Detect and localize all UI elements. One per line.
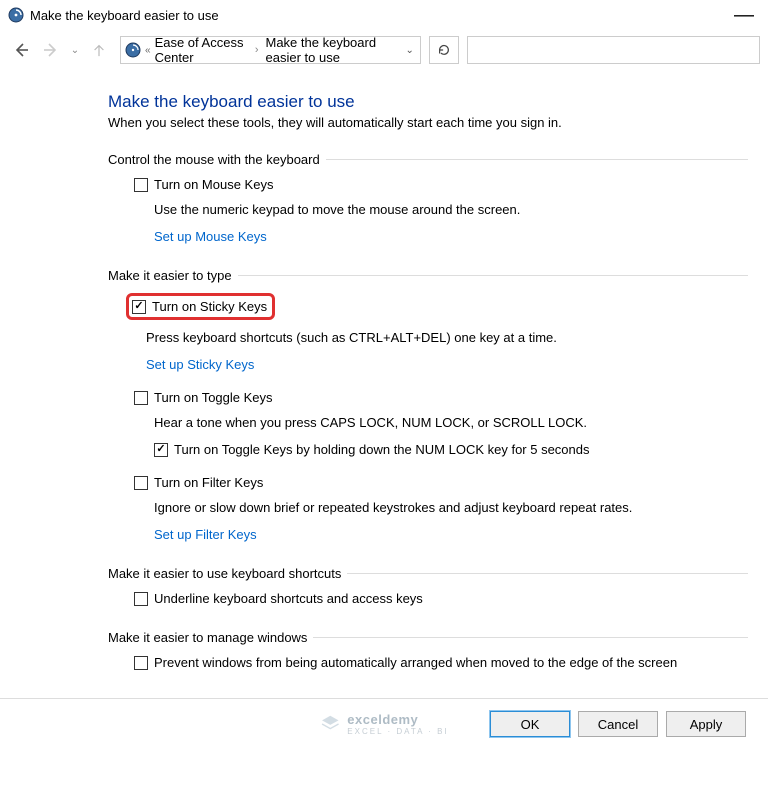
breadcrumb-dropdown-icon[interactable]: ⌄ xyxy=(403,45,416,56)
breadcrumb-sep-icon: › xyxy=(252,44,262,56)
toggle-keys-hold-checkbox[interactable] xyxy=(154,443,168,457)
main-content: Make the keyboard easier to use When you… xyxy=(0,74,768,698)
breadcrumb-current[interactable]: Make the keyboard easier to use xyxy=(266,35,400,65)
section-shortcuts: Make it easier to use keyboard shortcuts… xyxy=(108,566,748,606)
filter-keys-link[interactable]: Set up Filter Keys xyxy=(134,527,257,542)
navigation-bar: ⌄ « Ease of Access Center › Make the key… xyxy=(0,30,768,74)
toggle-keys-hold-label: Turn on Toggle Keys by holding down the … xyxy=(174,442,590,457)
divider xyxy=(238,275,748,276)
underline-checkbox[interactable] xyxy=(134,592,148,606)
sticky-keys-link[interactable]: Set up Sticky Keys xyxy=(126,357,254,372)
mouse-keys-label: Turn on Mouse Keys xyxy=(154,177,273,192)
back-button[interactable] xyxy=(8,37,34,63)
divider xyxy=(326,159,748,160)
cancel-button[interactable]: Cancel xyxy=(578,711,658,737)
control-panel-icon xyxy=(125,42,141,58)
breadcrumb[interactable]: « Ease of Access Center › Make the keybo… xyxy=(120,36,421,64)
page-subtitle: When you select these tools, they will a… xyxy=(108,115,748,130)
app-icon xyxy=(8,7,24,23)
mouse-keys-link[interactable]: Set up Mouse Keys xyxy=(134,229,267,244)
sticky-keys-label: Turn on Sticky Keys xyxy=(152,299,267,314)
section-type-title: Make it easier to type xyxy=(108,268,232,283)
window-titlebar: Make the keyboard easier to use — xyxy=(0,0,768,30)
prevent-arrange-label: Prevent windows from being automatically… xyxy=(154,655,677,670)
recent-dropdown[interactable]: ⌄ xyxy=(68,37,82,63)
breadcrumb-up-chevron[interactable]: « xyxy=(145,45,151,56)
mouse-keys-checkbox[interactable] xyxy=(134,178,148,192)
up-button[interactable] xyxy=(86,37,112,63)
filter-keys-desc: Ignore or slow down brief or repeated ke… xyxy=(134,500,748,515)
divider xyxy=(313,637,748,638)
toggle-keys-checkbox[interactable] xyxy=(134,391,148,405)
refresh-button[interactable] xyxy=(429,36,459,64)
minimize-button[interactable]: — xyxy=(728,10,760,20)
filter-keys-label: Turn on Filter Keys xyxy=(154,475,263,490)
window-title: Make the keyboard easier to use xyxy=(30,8,219,23)
breadcrumb-parent[interactable]: Ease of Access Center xyxy=(155,35,248,65)
section-mouse-title: Control the mouse with the keyboard xyxy=(108,152,320,167)
ok-button[interactable]: OK xyxy=(490,711,570,737)
toggle-keys-desc: Hear a tone when you press CAPS LOCK, NU… xyxy=(134,415,748,430)
toggle-keys-label: Turn on Toggle Keys xyxy=(154,390,273,405)
section-shortcuts-title: Make it easier to use keyboard shortcuts xyxy=(108,566,341,581)
sticky-keys-highlight: Turn on Sticky Keys xyxy=(126,293,275,320)
section-type: Make it easier to type Turn on Sticky Ke… xyxy=(108,268,748,542)
footer: exceldemy EXCEL · DATA · BI OK Cancel Ap… xyxy=(0,698,768,749)
search-input[interactable] xyxy=(467,36,760,64)
sticky-keys-checkbox[interactable] xyxy=(132,300,146,314)
watermark-tag: EXCEL · DATA · BI xyxy=(347,727,448,736)
section-mouse: Control the mouse with the keyboard Turn… xyxy=(108,152,748,244)
filter-keys-checkbox[interactable] xyxy=(134,476,148,490)
section-windows: Make it easier to manage windows Prevent… xyxy=(108,630,748,670)
section-windows-title: Make it easier to manage windows xyxy=(108,630,307,645)
mouse-keys-desc: Use the numeric keypad to move the mouse… xyxy=(134,202,748,217)
page-title: Make the keyboard easier to use xyxy=(108,92,748,112)
prevent-arrange-checkbox[interactable] xyxy=(134,656,148,670)
sticky-keys-desc: Press keyboard shortcuts (such as CTRL+A… xyxy=(126,330,748,345)
watermark-icon xyxy=(319,713,341,735)
watermark-brand: exceldemy xyxy=(347,712,448,727)
underline-label: Underline keyboard shortcuts and access … xyxy=(154,591,423,606)
forward-button[interactable] xyxy=(38,37,64,63)
divider xyxy=(347,573,748,574)
watermark: exceldemy EXCEL · DATA · BI xyxy=(319,712,448,736)
apply-button[interactable]: Apply xyxy=(666,711,746,737)
